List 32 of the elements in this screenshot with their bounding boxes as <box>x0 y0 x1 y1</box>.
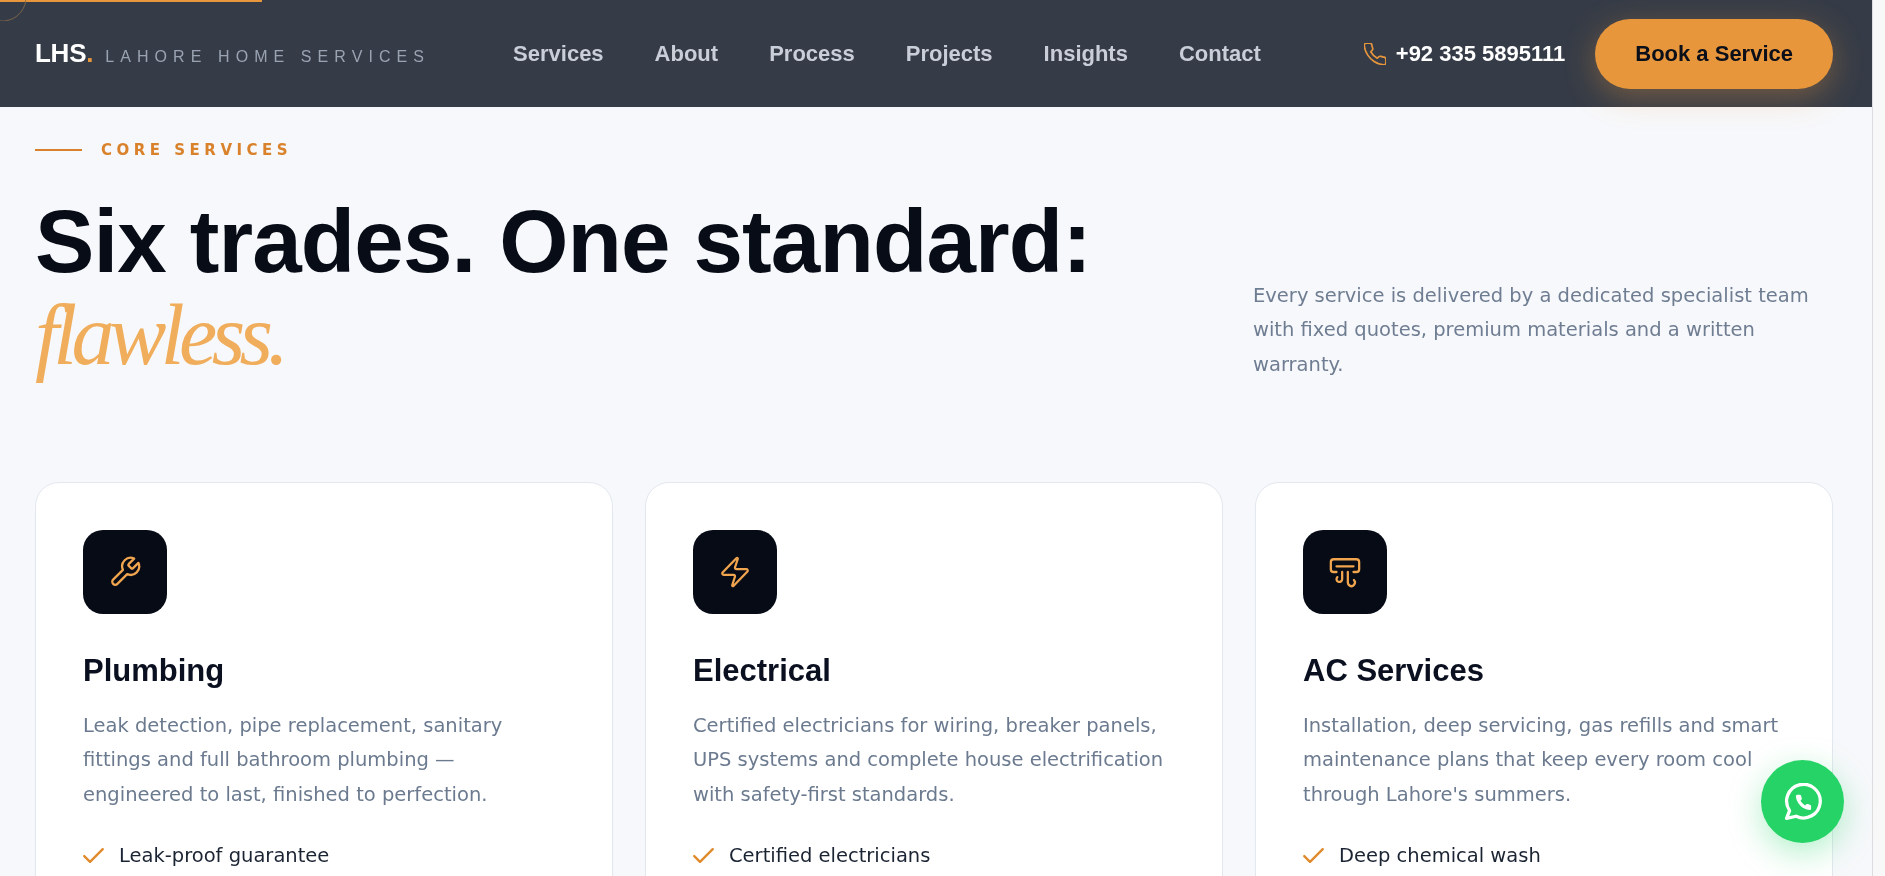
card-title: Electrical <box>693 652 832 690</box>
logo-wordmark[interactable]: LAHORE HOME SERVICES <box>105 48 431 66</box>
feature-text: Leak-proof guarantee <box>119 842 330 869</box>
chat-phone-icon <box>1783 782 1822 821</box>
card-title: Plumbing <box>83 652 226 690</box>
check-icon <box>1303 848 1324 864</box>
nav-link[interactable]: Projects <box>905 40 993 67</box>
book-service-button[interactable]: Book a Service <box>1595 18 1833 89</box>
card-title: AC Services <box>1303 652 1485 690</box>
nav-link[interactable]: Contact <box>1178 40 1261 67</box>
nav-link[interactable]: Services <box>513 40 604 67</box>
nav-link[interactable]: Insights <box>1043 40 1128 67</box>
wrench-icon <box>83 530 167 614</box>
logo-mark[interactable]: LHS. <box>35 38 94 69</box>
card-description: Installation, deep servicing, gas refills and smart maintenance plans that keep every room cool through Lahore's summers. <box>1303 713 1780 808</box>
card-description: Leak detection, pipe replacement, sanitary fittings and full bathroom plumbing — engineered to last, finished to perfection. <box>83 713 504 808</box>
nav-link[interactable]: About <box>654 40 719 67</box>
card-description: Certified electricians for wiring, breaker panels, UPS systems and complete house electrification with safety-first standards. <box>693 713 1165 808</box>
check-icon <box>693 848 714 864</box>
section-intro: Every service is delivered by a dedicated specialist team with fixed quotes, premium materials and a written warranty. <box>1253 282 1810 378</box>
nav-link[interactable]: Process <box>769 40 855 67</box>
lightning-icon <box>693 530 777 614</box>
accent-rule <box>35 149 82 151</box>
section-heading: Six trades. One standard: flawless. <box>35 194 1091 382</box>
ring-icon <box>0 0 26 21</box>
eyebrow-label: CORE SERVICES <box>101 141 293 159</box>
feature-text: Deep chemical wash <box>1339 842 1541 869</box>
air-conditioner-icon <box>1303 530 1387 614</box>
phone-number[interactable]: +92 335 5895111 <box>1395 40 1566 67</box>
check-icon <box>83 848 104 864</box>
feature-text: Certified electricians <box>729 842 931 869</box>
phone-icon <box>1363 42 1386 65</box>
